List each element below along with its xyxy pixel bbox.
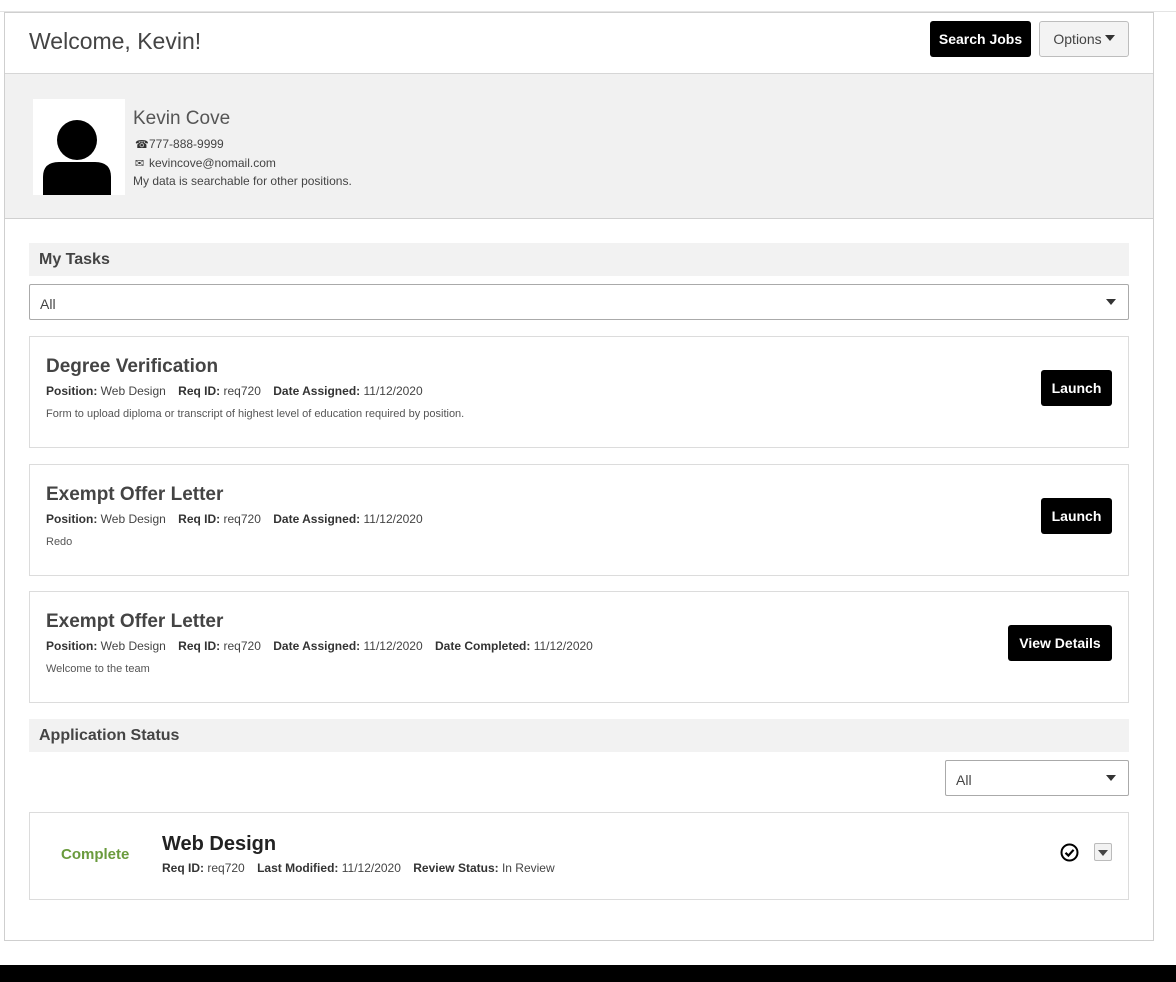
expand-application-button[interactable]	[1094, 843, 1112, 861]
req-id-value: req720	[207, 861, 245, 875]
date-assigned-value: 11/12/2020	[363, 639, 423, 653]
person-silhouette-icon	[43, 120, 111, 195]
envelope-icon: ✉	[135, 158, 145, 170]
review-status-value: In Review	[501, 861, 555, 875]
position-value: Web Design	[100, 512, 166, 526]
task-meta: Position: Web Design Req ID: req720 Date…	[46, 384, 423, 398]
browser-top-strip	[0, 0, 1176, 12]
application-status-heading: Application Status	[29, 719, 1129, 752]
tasks-filter-value: All	[40, 296, 56, 312]
task-card: Degree Verification Position: Web Design…	[29, 336, 1129, 448]
req-id-value: req720	[223, 384, 261, 398]
position-label: Position:	[46, 512, 98, 526]
task-card: Exempt Offer Letter Position: Web Design…	[29, 464, 1129, 576]
candidate-dashboard: Welcome, Kevin! Search Jobs Options Kevi…	[4, 12, 1154, 941]
status-badge: Complete	[61, 846, 130, 863]
phone-icon: ☎	[135, 139, 149, 151]
date-assigned-label: Date Assigned:	[273, 639, 361, 653]
applications-filter-value: All	[956, 772, 972, 788]
last-modified-label: Last Modified:	[257, 861, 339, 875]
position-label: Position:	[46, 384, 98, 398]
req-id-label: Req ID:	[178, 384, 221, 398]
options-label: Options	[1053, 31, 1102, 47]
search-jobs-button[interactable]: Search Jobs	[930, 21, 1031, 57]
tasks-filter-select[interactable]: All	[29, 284, 1129, 320]
req-id-label: Req ID:	[178, 639, 221, 653]
caret-down-icon	[1098, 850, 1108, 856]
footer-bar	[0, 965, 1176, 982]
welcome-title: Welcome, Kevin!	[29, 28, 202, 54]
applications-filter-select[interactable]: All	[945, 760, 1129, 796]
date-completed-label: Date Completed:	[435, 639, 531, 653]
dashboard-header: Welcome, Kevin! Search Jobs Options	[5, 13, 1153, 74]
task-title: Exempt Offer Letter	[46, 611, 224, 632]
position-label: Position:	[46, 639, 98, 653]
task-meta: Position: Web Design Req ID: req720 Date…	[46, 512, 423, 526]
profile-summary: Kevin Cove ☎777-888-9999 ✉ kevincove@noma…	[5, 74, 1153, 219]
date-assigned-value: 11/12/2020	[363, 384, 423, 398]
application-title: Web Design	[162, 833, 277, 855]
task-title: Degree Verification	[46, 356, 219, 377]
email-row: ✉ kevincove@nomail.com	[135, 156, 276, 170]
task-card: Exempt Offer Letter Position: Web Design…	[29, 591, 1129, 703]
my-tasks-title: My Tasks	[39, 251, 110, 268]
avatar	[33, 99, 125, 195]
req-id-value: req720	[223, 512, 261, 526]
date-assigned-label: Date Assigned:	[273, 512, 361, 526]
task-description: Redo	[46, 536, 73, 548]
date-assigned-label: Date Assigned:	[273, 384, 361, 398]
options-dropdown-button[interactable]: Options	[1039, 21, 1129, 57]
date-completed-value: 11/12/2020	[533, 639, 593, 653]
searchable-note: My data is searchable for other position…	[133, 174, 352, 188]
date-assigned-value: 11/12/2020	[363, 512, 423, 526]
application-status-title: Application Status	[39, 727, 180, 744]
check-circle-icon	[1060, 843, 1079, 862]
caret-down-icon	[1104, 35, 1115, 41]
req-id-label: Req ID:	[162, 861, 204, 875]
application-meta: Req ID: req720 Last Modified: 11/12/2020…	[162, 861, 555, 875]
task-meta: Position: Web Design Req ID: req720 Date…	[46, 639, 593, 653]
last-modified-value: 11/12/2020	[341, 861, 401, 875]
email-address: kevincove@nomail.com	[149, 156, 276, 170]
my-tasks-heading: My Tasks	[29, 243, 1129, 276]
task-description: Form to upload diploma or transcript of …	[46, 408, 465, 420]
req-id-value: req720	[223, 639, 261, 653]
launch-degree-verification-button[interactable]: Launch	[1041, 370, 1112, 406]
req-id-label: Req ID:	[178, 512, 221, 526]
launch-offer-letter-button[interactable]: Launch	[1041, 498, 1112, 534]
candidate-name: Kevin Cove	[133, 108, 231, 129]
phone-row: ☎777-888-9999	[135, 137, 224, 151]
task-description: Welcome to the team	[46, 663, 150, 675]
phone-number: 777-888-9999	[149, 137, 224, 151]
caret-down-icon	[1106, 299, 1116, 305]
application-card: Complete Web Design Req ID: req720 Last …	[29, 812, 1129, 900]
position-value: Web Design	[100, 384, 166, 398]
task-title: Exempt Offer Letter	[46, 484, 224, 505]
caret-down-icon	[1106, 775, 1116, 781]
review-status-label: Review Status:	[413, 861, 499, 875]
position-value: Web Design	[100, 639, 166, 653]
view-details-button[interactable]: View Details	[1008, 625, 1112, 661]
